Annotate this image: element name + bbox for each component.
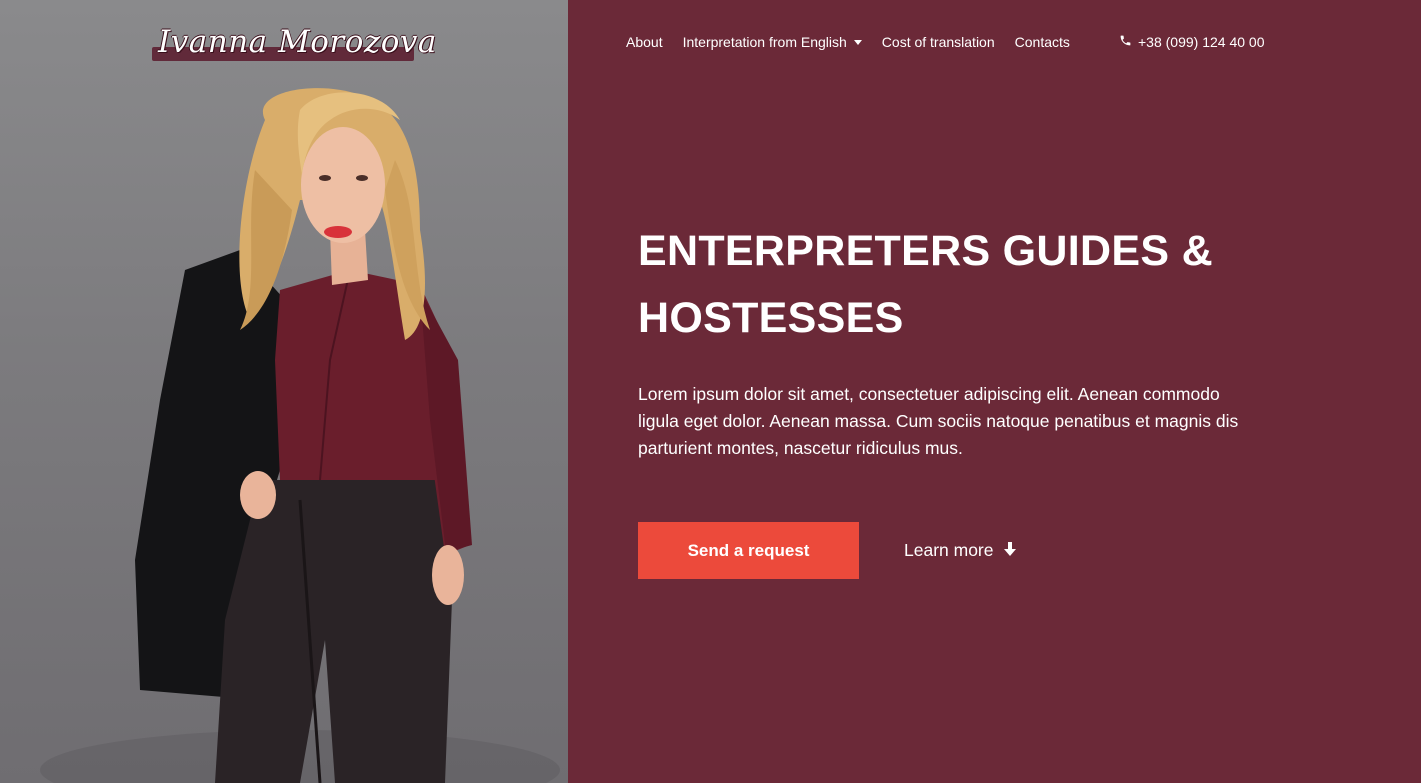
main-navigation: About Interpretation from English Cost o… (626, 34, 1090, 50)
site-logo[interactable]: Ivanna Morozova (150, 14, 436, 76)
nav-item-label: Interpretation from English (682, 34, 847, 50)
nav-item-label: About (626, 34, 663, 50)
portrait-illustration (40, 88, 560, 783)
nav-item-interpretation-from-english[interactable]: Interpretation from English (683, 34, 862, 50)
learn-more-link[interactable]: Learn more (904, 540, 1016, 561)
hero-description: Lorem ipsum dolor sit amet, consectetuer… (638, 384, 1239, 458)
nav-item-label: Cost of translation (881, 34, 995, 50)
logo-text: Ivanna Morozova (158, 24, 437, 60)
arrow-down-icon (1003, 540, 1016, 561)
phone-icon (1119, 34, 1132, 50)
hero-portrait-photo (0, 0, 568, 783)
landing-page: Ivanna Morozova About Interpretation fro… (0, 0, 1421, 783)
phone-link[interactable]: +38 (099) 124 40 00 (1119, 34, 1265, 50)
nav-item-contacts[interactable]: Contacts (1015, 34, 1070, 50)
phone-number: +38 (099) 124 40 00 (1138, 34, 1265, 50)
nav-item-label: Contacts (1014, 34, 1070, 50)
chevron-down-icon (853, 39, 862, 45)
learn-more-label: Learn more (904, 540, 994, 560)
nav-item-about[interactable]: About (626, 34, 663, 50)
nav-item-cost-of-translation[interactable]: Cost of translation (882, 34, 995, 50)
send-request-button[interactable]: Send a request (638, 522, 859, 579)
hero-title: ENTERPRETERS GUIDES & HOSTESSES (638, 227, 1213, 342)
